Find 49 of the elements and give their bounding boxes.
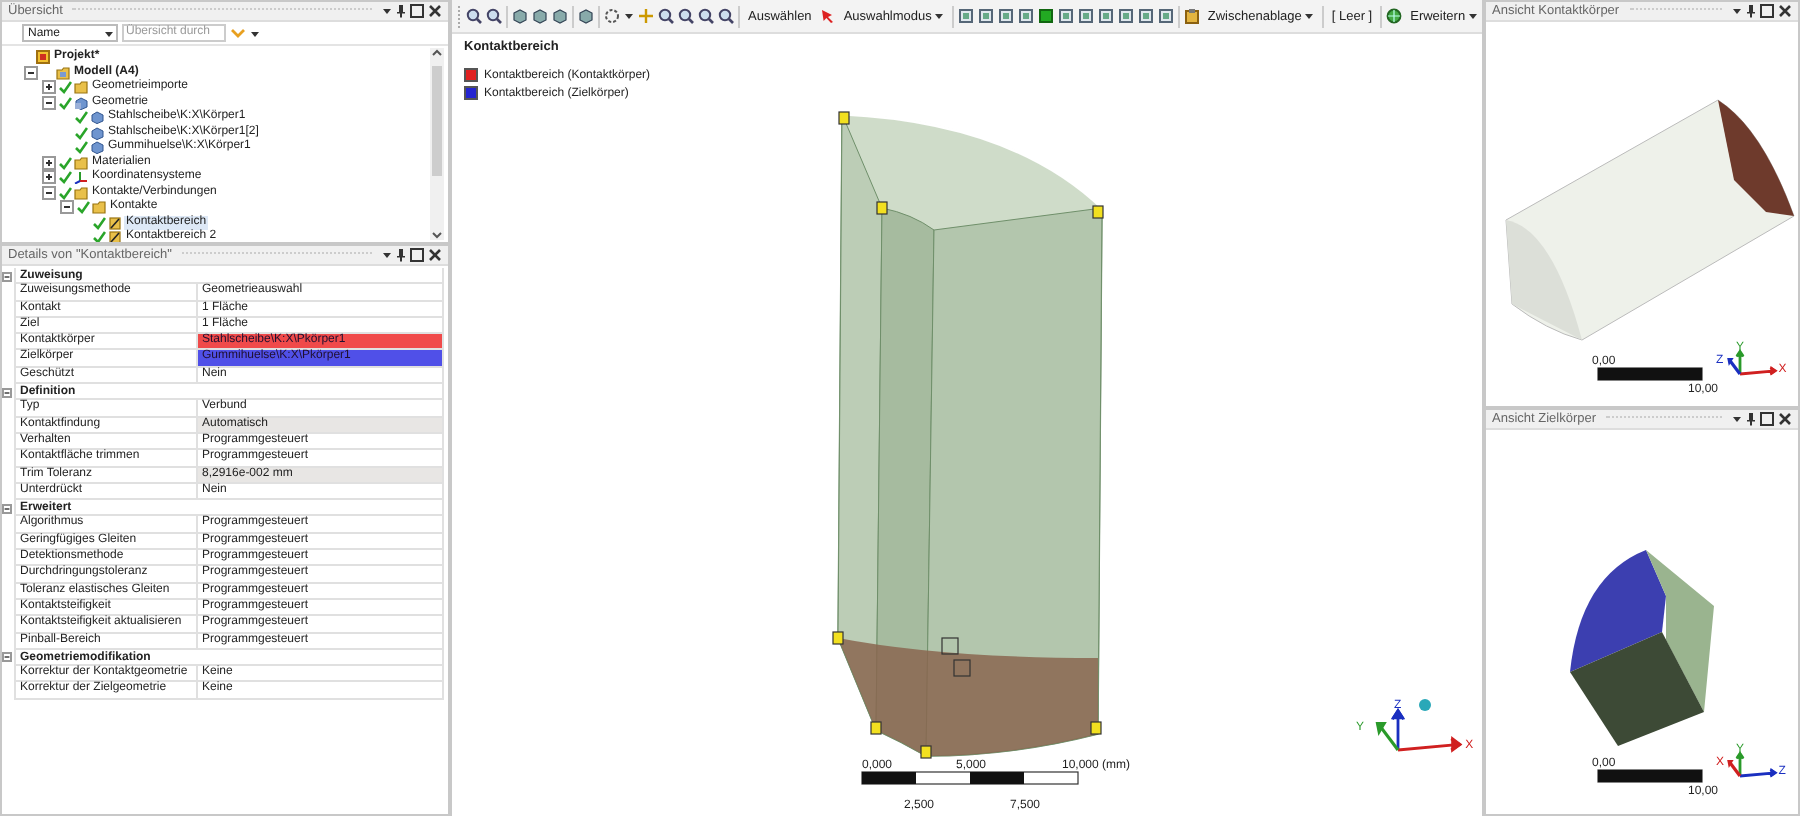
collapse-icon[interactable] [42, 95, 56, 110]
expand-icon[interactable] [42, 155, 56, 170]
expand-icon[interactable] [42, 80, 56, 95]
scroll-down-icon[interactable] [432, 230, 442, 240]
caret-icon[interactable] [933, 8, 944, 24]
close-icon[interactable] [428, 248, 442, 262]
box-icon [36, 50, 50, 65]
dropdown-icon[interactable] [1732, 4, 1742, 18]
zoom-icon[interactable] [486, 8, 502, 24]
zoom-icon[interactable] [658, 8, 674, 24]
zoom-icon[interactable] [718, 8, 734, 24]
close-icon[interactable] [428, 4, 442, 18]
sphere-icon [1418, 698, 1432, 712]
axis-triad-drawing [1375, 708, 1463, 753]
folder-icon [56, 65, 70, 80]
zoom-icon[interactable] [466, 8, 482, 24]
collapse-icon[interactable] [42, 185, 56, 200]
caret-icon[interactable] [1467, 8, 1478, 24]
caret-icon[interactable] [624, 8, 634, 24]
caret-icon[interactable] [1303, 8, 1314, 24]
clipboard-icon[interactable] [1183, 8, 1200, 24]
zoom-icon[interactable] [678, 8, 694, 24]
maximize-icon[interactable] [1760, 412, 1774, 426]
dropdown-icon[interactable] [382, 248, 392, 262]
cursor-icon[interactable] [819, 8, 836, 24]
collapse-icon[interactable] [24, 65, 38, 80]
axis-triad-drawing [1727, 349, 1778, 376]
dropdown-icon[interactable] [1732, 412, 1742, 426]
scroll-up-icon[interactable] [432, 48, 442, 58]
zoom-icon[interactable] [698, 8, 714, 24]
rotate-icon[interactable] [604, 8, 620, 24]
expand-icon[interactable] [42, 170, 56, 185]
close-icon[interactable] [1778, 4, 1792, 18]
pin-icon[interactable] [396, 248, 406, 262]
maximize-icon[interactable] [1760, 4, 1774, 18]
globe-icon[interactable] [1386, 8, 1403, 24]
axis-triad-drawing [1727, 751, 1778, 778]
scale-bar [1597, 367, 1703, 381]
maximize-icon[interactable] [410, 248, 424, 262]
pin-icon[interactable] [1746, 412, 1756, 426]
close-icon[interactable] [1778, 412, 1792, 426]
pin-icon[interactable] [1746, 4, 1756, 18]
scale-bar [1597, 769, 1703, 783]
collapse-icon[interactable] [60, 200, 74, 215]
axes-icon [74, 170, 88, 185]
pin-icon[interactable] [396, 4, 406, 18]
dropdown-icon[interactable] [382, 4, 392, 18]
maximize-icon[interactable] [410, 4, 424, 18]
folder-icon [74, 80, 88, 95]
